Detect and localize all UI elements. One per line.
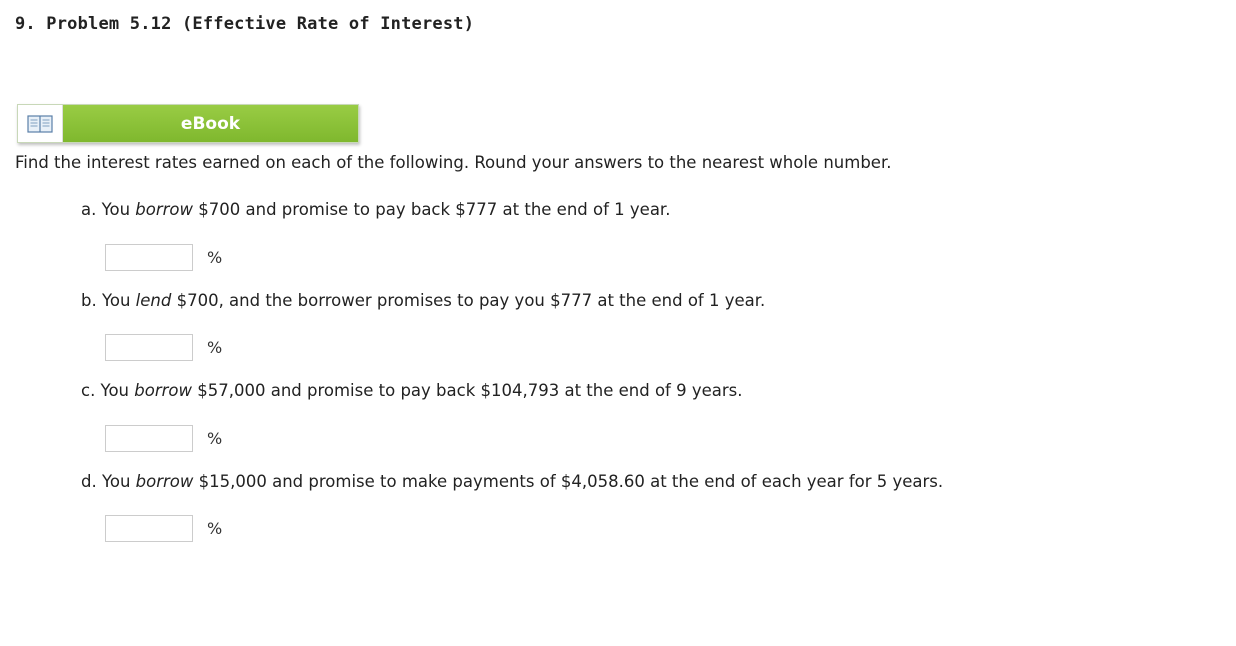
percent-unit-d: % [207, 519, 223, 538]
question-a-keyword: borrow [135, 200, 194, 219]
question-b-text: $700, and the borrower promises to pay y… [171, 291, 766, 310]
answer-row-b: % [105, 333, 222, 362]
percent-unit-b: % [207, 338, 223, 357]
ebook-button[interactable]: eBook [17, 104, 359, 143]
question-b: b. You lend $700, and the borrower promi… [81, 291, 765, 310]
ebook-label: eBook [180, 113, 241, 134]
question-d-keyword: borrow [135, 472, 194, 491]
question-c: c. You borrow $57,000 and promise to pay… [81, 381, 743, 400]
question-c-text: $57,000 and promise to pay back $104,793… [191, 381, 743, 400]
question-d: d. You borrow $15,000 and promise to mak… [81, 472, 943, 491]
question-b-prefix: b. You [81, 291, 136, 310]
ebook-label-area[interactable]: eBook [63, 105, 358, 142]
answer-input-b[interactable] [105, 334, 193, 361]
answer-row-c: % [105, 424, 222, 453]
question-d-prefix: d. You [81, 472, 136, 491]
question-a: a. You borrow $700 and promise to pay ba… [81, 200, 670, 219]
percent-unit-c: % [207, 429, 223, 448]
answer-row-d: % [105, 514, 222, 543]
answer-input-d[interactable] [105, 515, 193, 542]
answer-row-a: % [105, 243, 222, 272]
answer-input-c[interactable] [105, 425, 193, 452]
percent-unit-a: % [207, 248, 223, 267]
instructions: Find the interest rates earned on each o… [15, 153, 892, 172]
question-a-prefix: a. You [81, 200, 136, 219]
question-d-text: $15,000 and promise to make payments of … [193, 472, 944, 491]
question-a-text: $700 and promise to pay back $777 at the… [193, 200, 671, 219]
question-c-prefix: c. You [81, 381, 135, 400]
book-icon [18, 105, 63, 142]
answer-input-a[interactable] [105, 244, 193, 271]
question-c-keyword: borrow [134, 381, 192, 400]
question-b-keyword: lend [135, 291, 172, 310]
problem-title: 9. Problem 5.12 (Effective Rate of Inter… [15, 14, 475, 34]
